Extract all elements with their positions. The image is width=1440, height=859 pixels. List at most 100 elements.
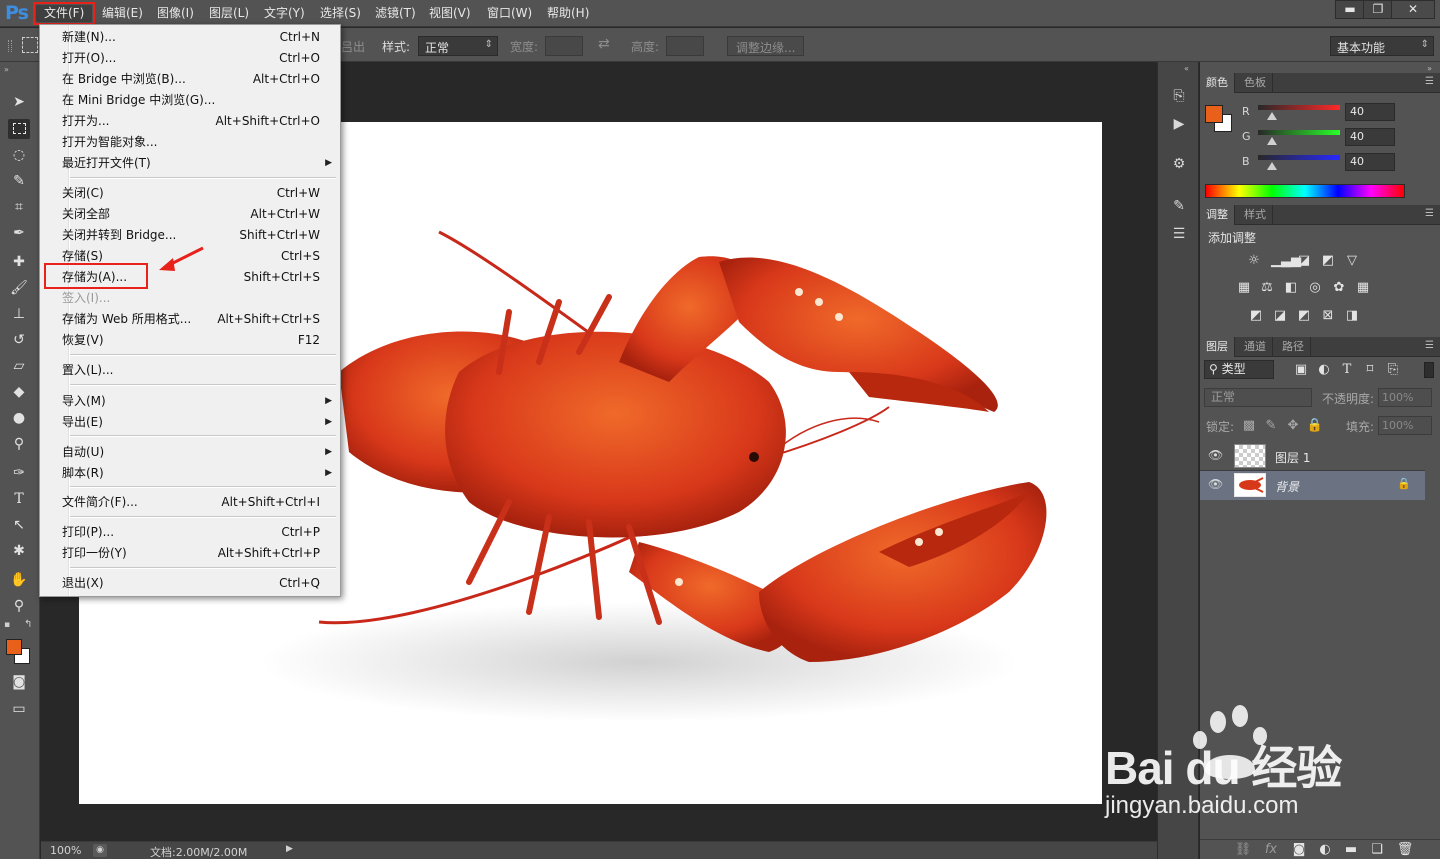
menu-select[interactable]: 选择(S) bbox=[318, 5, 363, 22]
color-balance-icon[interactable]: ⚖ bbox=[1258, 280, 1276, 296]
healing-brush-tool-icon[interactable]: ✚ bbox=[8, 252, 30, 272]
menu-item-file-info[interactable]: 文件简介(F)... Alt+Shift+Ctrl+I bbox=[42, 492, 338, 513]
opacity-input[interactable]: 100% bbox=[1378, 388, 1432, 407]
eraser-tool-icon[interactable]: ▱ bbox=[8, 356, 30, 376]
zoom-level[interactable]: 100% bbox=[50, 844, 81, 857]
layer-name[interactable]: 图层 1 bbox=[1275, 449, 1310, 466]
tab-color[interactable]: 颜色 bbox=[1200, 73, 1235, 93]
filter-adjustment-icon[interactable]: ◐ bbox=[1315, 362, 1333, 378]
status-info-icon[interactable]: ◉ bbox=[93, 844, 107, 857]
menu-item-open-as[interactable]: 打开为... Alt+Shift+Ctrl+O bbox=[42, 111, 338, 132]
foreground-color-swatch[interactable] bbox=[6, 639, 22, 655]
collapse-icon[interactable]: » bbox=[1427, 64, 1432, 73]
marquee-preset-icon[interactable] bbox=[22, 37, 38, 53]
tab-adjustments[interactable]: 调整 bbox=[1200, 205, 1235, 225]
new-group-icon[interactable]: ▬ bbox=[1342, 842, 1360, 858]
filter-toggle[interactable] bbox=[1424, 362, 1434, 378]
menu-file[interactable]: 文件(F) bbox=[32, 2, 96, 25]
menu-item-open[interactable]: 打开(O)... Ctrl+O bbox=[42, 48, 338, 69]
tab-swatches[interactable]: 色板 bbox=[1238, 73, 1273, 93]
menu-item-close-all[interactable]: 关闭全部 Alt+Ctrl+W bbox=[42, 204, 338, 225]
dodge-tool-icon[interactable]: ⚲ bbox=[8, 434, 30, 454]
layer-row-selected[interactable]: 👁 背景 🔒 bbox=[1200, 471, 1425, 500]
lock-transparency-icon[interactable]: ▩ bbox=[1240, 418, 1258, 434]
clone-stamp-tool-icon[interactable]: ⊥ bbox=[8, 304, 30, 324]
vibrance-icon[interactable]: ▽ bbox=[1343, 253, 1361, 269]
menu-edit[interactable]: 编辑(E) bbox=[100, 5, 145, 22]
curves-icon[interactable]: ◪ bbox=[1295, 253, 1313, 269]
status-menu-arrow-icon[interactable]: ▶ bbox=[286, 844, 293, 854]
filter-shape-icon[interactable]: ⌑ bbox=[1361, 362, 1379, 378]
type-tool-icon[interactable]: T bbox=[8, 489, 30, 509]
default-colors-icon[interactable]: ▪ bbox=[4, 620, 10, 630]
menu-item-scripts[interactable]: 脚本(R) ▶ bbox=[42, 463, 338, 484]
lock-pixels-icon[interactable]: ✎ bbox=[1262, 418, 1280, 434]
brush-presets-icon[interactable]: ☰ bbox=[1169, 226, 1189, 246]
crop-tool-icon[interactable]: ⌗ bbox=[8, 197, 30, 217]
layer-name[interactable]: 背景 bbox=[1275, 478, 1299, 495]
menu-type[interactable]: 文字(Y) bbox=[262, 5, 307, 22]
eyedropper-tool-icon[interactable]: ✒ bbox=[8, 223, 30, 243]
menu-item-print[interactable]: 打印(P)... Ctrl+P bbox=[42, 522, 338, 543]
menu-window[interactable]: 窗口(W) bbox=[485, 5, 534, 22]
gradient-map-icon[interactable]: ◨ bbox=[1343, 308, 1361, 324]
layer-style-icon[interactable]: fx bbox=[1262, 842, 1280, 858]
add-mask-icon[interactable]: ◙ bbox=[1290, 842, 1308, 858]
style-select[interactable]: 正常 bbox=[418, 36, 498, 56]
menu-item-browse-bridge[interactable]: 在 Bridge 中浏览(B)... Alt+Ctrl+O bbox=[42, 69, 338, 90]
menu-item-exit[interactable]: 退出(X) Ctrl+Q bbox=[42, 573, 338, 594]
screen-mode-icon[interactable]: ▭ bbox=[8, 699, 30, 719]
menu-item-save-for-web[interactable]: 存储为 Web 所用格式... Alt+Shift+Ctrl+S bbox=[42, 309, 338, 330]
menu-item-recent-files[interactable]: 最近打开文件(T) ▶ bbox=[42, 153, 338, 174]
history-brush-tool-icon[interactable]: ↺ bbox=[8, 330, 30, 350]
restore-button[interactable]: ❐ bbox=[1363, 0, 1393, 19]
menu-item-open-smart-object[interactable]: 打开为智能对象... bbox=[42, 132, 338, 153]
menu-item-automate[interactable]: 自动(U) ▶ bbox=[42, 442, 338, 463]
hue-saturation-icon[interactable]: ▦ bbox=[1235, 280, 1253, 296]
panel-menu-icon[interactable]: ☰ bbox=[1425, 340, 1434, 351]
delete-layer-icon[interactable]: 🗑 bbox=[1396, 842, 1414, 858]
blur-tool-icon[interactable]: ● bbox=[8, 408, 30, 428]
color-lookup-icon[interactable]: ▦ bbox=[1354, 280, 1372, 296]
color-spectrum[interactable] bbox=[1205, 184, 1405, 198]
new-adjustment-layer-icon[interactable]: ◐ bbox=[1316, 842, 1334, 858]
tab-styles[interactable]: 样式 bbox=[1238, 205, 1273, 225]
width-input[interactable] bbox=[545, 36, 583, 56]
filter-type-icon[interactable]: T bbox=[1338, 362, 1356, 378]
brightness-contrast-icon[interactable]: ☼ bbox=[1245, 253, 1263, 269]
refine-edge-button[interactable]: 调整边缘... bbox=[727, 36, 805, 56]
swap-icon[interactable]: ⇄ bbox=[598, 36, 610, 52]
tab-layers[interactable]: 图层 bbox=[1200, 337, 1235, 357]
pen-tool-icon[interactable]: ✑ bbox=[8, 463, 30, 483]
height-input[interactable] bbox=[666, 36, 704, 56]
foreground-color-chip[interactable] bbox=[1205, 105, 1223, 123]
panel-menu-icon[interactable]: ☰ bbox=[1425, 208, 1434, 219]
hand-tool-icon[interactable]: ✋ bbox=[8, 570, 30, 590]
properties-panel-icon[interactable]: ⚙ bbox=[1169, 156, 1189, 176]
exposure-icon[interactable]: ◩ bbox=[1319, 253, 1337, 269]
menu-item-revert[interactable]: 恢复(V) F12 bbox=[42, 330, 338, 351]
close-button[interactable]: ✕ bbox=[1391, 0, 1435, 19]
layer-row[interactable]: 👁 图层 1 bbox=[1200, 442, 1425, 471]
red-slider[interactable] bbox=[1258, 105, 1340, 110]
threshold-icon[interactable]: ◩ bbox=[1295, 308, 1313, 324]
visibility-eye-icon[interactable]: 👁 bbox=[1208, 477, 1223, 491]
posterize-icon[interactable]: ◪ bbox=[1271, 308, 1289, 324]
blue-value-input[interactable]: 40 bbox=[1345, 153, 1395, 171]
history-panel-icon[interactable]: ⎘ bbox=[1169, 88, 1189, 108]
swap-colors-icon[interactable]: ↰ bbox=[24, 619, 32, 630]
green-value-input[interactable]: 40 bbox=[1345, 128, 1395, 146]
quick-mask-icon[interactable]: ◙ bbox=[8, 672, 30, 692]
channel-mixer-icon[interactable]: ✿ bbox=[1330, 280, 1348, 296]
blue-slider[interactable] bbox=[1258, 155, 1340, 160]
menu-item-close-go-bridge[interactable]: 关闭并转到 Bridge... Shift+Ctrl+W bbox=[42, 225, 338, 246]
lock-position-icon[interactable]: ✥ bbox=[1284, 418, 1302, 434]
invert-icon[interactable]: ◩ bbox=[1247, 308, 1265, 324]
link-layers-icon[interactable]: ⛓ bbox=[1234, 842, 1252, 858]
photo-filter-icon[interactable]: ◎ bbox=[1306, 280, 1324, 296]
brush-panel-icon[interactable]: ✎ bbox=[1169, 198, 1189, 218]
actions-panel-icon[interactable]: ▶ bbox=[1169, 116, 1189, 136]
menu-item-close[interactable]: 关闭(C) Ctrl+W bbox=[42, 183, 338, 204]
collapse-icon[interactable]: » bbox=[4, 65, 9, 74]
menu-item-print-one-copy[interactable]: 打印一份(Y) Alt+Shift+Ctrl+P bbox=[42, 543, 338, 564]
